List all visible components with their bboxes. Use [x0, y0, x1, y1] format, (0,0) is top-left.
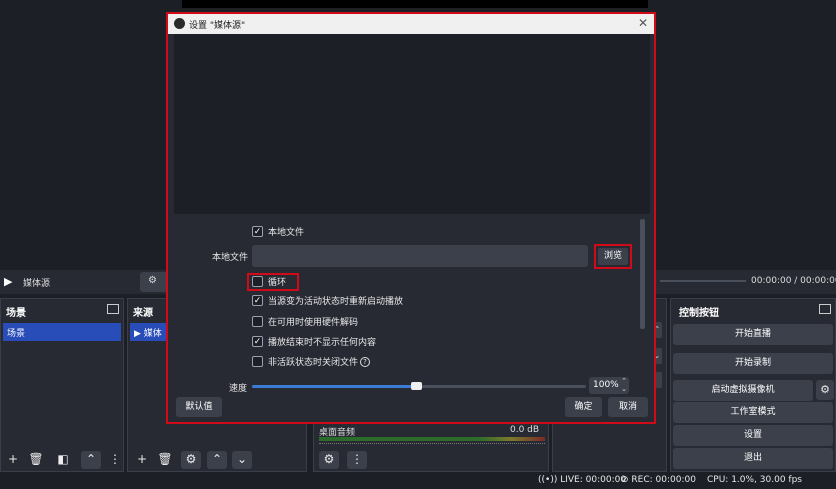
move-up-icon[interactable]: ⌃: [81, 451, 101, 469]
speed-spinbox[interactable]: 100% ⌃ ⌄: [589, 377, 629, 394]
rec-status: ⊘ REC: 00:00:00: [621, 475, 696, 485]
start-recording-button[interactable]: 开始录制: [673, 353, 833, 374]
close-icon[interactable]: ✕: [638, 16, 648, 30]
speed-slider-fill: [252, 385, 416, 388]
preview-area: [182, 0, 648, 8]
checkbox-unchecked-icon: [252, 316, 263, 327]
local-file-input[interactable]: [252, 245, 588, 267]
speed-slider-thumb[interactable]: [410, 382, 422, 390]
media-source-name: 媒体源: [23, 279, 51, 289]
live-status: ((•)) LIVE: 00:00:00: [538, 475, 626, 485]
local-file-field-label: 本地文件: [211, 253, 248, 263]
trash-icon[interactable]: 🗑: [26, 451, 46, 469]
speed-label: 速度: [229, 384, 248, 394]
hardware-decoding-checkbox[interactable]: 在可用时使用硬件解码: [252, 315, 358, 329]
move-up-icon[interactable]: ⌃: [207, 451, 227, 469]
scene-item[interactable]: 场景: [3, 323, 121, 341]
close-when-inactive-checkbox[interactable]: 非活跃状态时关闭文件?: [252, 355, 371, 369]
show-nothing-on-end-checkbox[interactable]: ✓ 播放结束时不显示任何内容: [252, 335, 376, 349]
checkbox-checked-icon: ✓: [252, 226, 263, 237]
live-time: LIVE: 00:00:00: [560, 475, 627, 485]
settings-button[interactable]: 设置: [673, 425, 833, 446]
controls-dock-title: 控制按钮: [679, 308, 719, 319]
more-icon[interactable]: ⋮: [347, 451, 367, 469]
play-icon[interactable]: ▶: [4, 275, 16, 288]
source-properties-button[interactable]: ⚙: [140, 272, 168, 292]
media-seek-bar[interactable]: [660, 280, 746, 282]
checkbox-label: 循环: [268, 278, 287, 288]
media-source-icon: ▶: [134, 329, 141, 339]
scenes-toolbar: + 🗑 ◧ ⌃ ⋮: [1, 449, 123, 471]
speed-slider[interactable]: [252, 382, 586, 390]
more-icon[interactable]: ⋮: [105, 451, 125, 469]
media-time: 00:00:00 / 00:00:00: [751, 276, 836, 286]
exit-button[interactable]: 退出: [673, 448, 833, 469]
volume-meter: [319, 437, 545, 441]
filter-icon[interactable]: ◧: [53, 451, 73, 469]
checkbox-checked-icon: ✓: [252, 336, 263, 347]
obs-logo-icon: [174, 18, 185, 29]
cancel-button[interactable]: 取消: [608, 397, 648, 417]
checkbox-label: 当源变为活动状态时重新启动播放: [268, 297, 404, 307]
gear-icon[interactable]: ⚙: [319, 451, 339, 469]
studio-mode-button[interactable]: 工作室模式: [673, 402, 833, 423]
mixer-toolbar: ⚙ ⋮: [314, 449, 548, 471]
undock-icon[interactable]: [819, 304, 831, 314]
sources-dock-title: 来源: [133, 308, 153, 319]
cpu-status: CPU: 1.0%, 30.00 fps: [707, 475, 802, 485]
start-virtual-camera-button[interactable]: 启动虚拟摄像机: [673, 380, 813, 401]
speed-value: 100%: [593, 380, 619, 390]
rec-time: REC: 00:00:00: [631, 475, 696, 485]
gear-icon: ⚙: [148, 275, 157, 286]
local-file-checkbox[interactable]: ✓ 本地文件: [252, 225, 304, 239]
checkbox-label: 播放结束时不显示任何内容: [268, 338, 377, 348]
ok-button[interactable]: 确定: [565, 397, 602, 417]
dialog-title: 设置 "媒体源": [189, 21, 246, 31]
sources-toolbar: + 🗑 ⚙ ⌃ ⌄: [128, 449, 306, 471]
scrollbar[interactable]: [640, 219, 645, 329]
record-icon: ⊘: [621, 475, 629, 485]
start-streaming-button[interactable]: 开始直播: [673, 324, 833, 345]
volume-ticks: [319, 443, 545, 449]
checkbox-checked-icon: ✓: [252, 295, 263, 306]
trash-icon[interactable]: 🗑: [155, 451, 175, 469]
dialog-titlebar: 设置 "媒体源" ✕: [168, 14, 654, 34]
checkbox-unchecked-icon: [252, 276, 263, 287]
checkbox-unchecked-icon: [252, 356, 263, 367]
checkbox-label: 在可用时使用硬件解码: [268, 318, 359, 328]
source-item[interactable]: ▶ 媒体: [130, 323, 170, 341]
source-item-label: 媒体: [143, 329, 162, 339]
audio-level: 0.0 dB: [510, 425, 540, 435]
browse-highlight: 浏览: [594, 244, 632, 269]
scenes-dock: 场景 场景 + 🗑 ◧ ⌃ ⋮: [0, 298, 124, 472]
spin-arrows-icon[interactable]: ⌃ ⌄: [621, 377, 627, 393]
undock-icon[interactable]: [107, 304, 119, 314]
gear-icon[interactable]: ⚙: [181, 451, 201, 469]
source-preview: [174, 34, 650, 214]
gear-icon[interactable]: ⚙: [816, 380, 834, 400]
add-icon[interactable]: +: [3, 451, 23, 469]
defaults-button[interactable]: 默认值: [176, 397, 222, 417]
help-icon[interactable]: ?: [360, 356, 371, 367]
scenes-dock-title: 场景: [6, 308, 26, 319]
media-source-properties-dialog: 设置 "媒体源" ✕ ✓ 本地文件 本地文件 浏览 循环 ✓ 当源变为活动状态时重新…: [166, 12, 656, 424]
add-icon[interactable]: +: [132, 451, 152, 469]
broadcast-icon: ((•)): [538, 475, 558, 485]
restart-on-activate-checkbox[interactable]: ✓ 当源变为活动状态时重新启动播放: [252, 294, 403, 308]
move-down-icon[interactable]: ⌄: [232, 451, 252, 469]
loop-checkbox[interactable]: 循环: [252, 275, 286, 289]
checkbox-label: 非活跃状态时关闭文件: [268, 358, 359, 368]
checkbox-label: 本地文件: [268, 228, 305, 238]
browse-button[interactable]: 浏览: [598, 248, 628, 265]
